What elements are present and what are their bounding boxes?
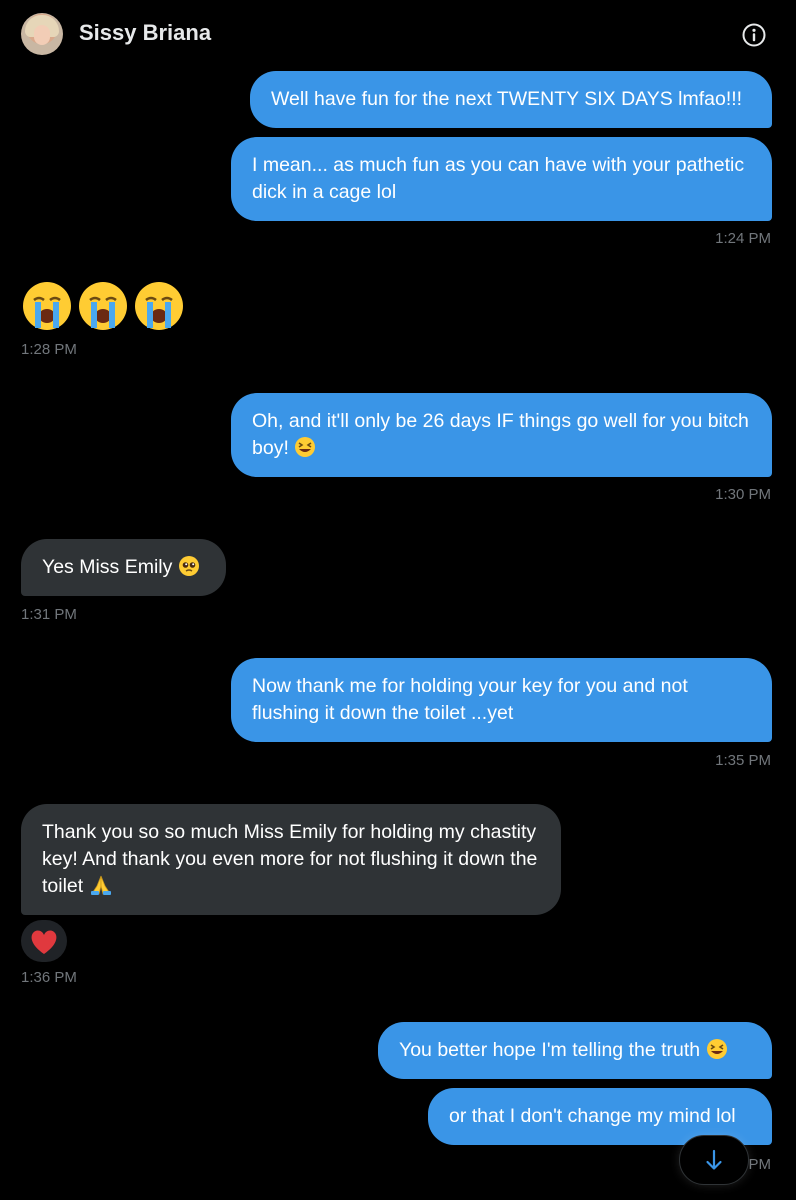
pleading-face-icon xyxy=(178,556,199,576)
incoming-message[interactable]: Yes Miss Emily xyxy=(21,539,226,596)
grinning-squinting-face-icon xyxy=(295,437,316,457)
red-heart-icon xyxy=(31,930,57,954)
message-text: You better hope I'm telling the truth xyxy=(399,1039,701,1061)
message-text: Thank you so so much Miss Emily for hold… xyxy=(42,821,538,897)
outgoing-message[interactable]: I mean... as much fun as you can have wi… xyxy=(231,137,772,221)
message-text: I mean... as much fun as you can have wi… xyxy=(252,154,745,203)
contact-name[interactable]: Sissy Briana xyxy=(79,20,211,46)
reaction-badge[interactable] xyxy=(21,920,67,962)
incoming-message[interactable]: Thank you so so much Miss Emily for hold… xyxy=(21,804,561,915)
conversation-header: Sissy Briana xyxy=(0,0,796,70)
message-text: or that I don't change my mind lol xyxy=(449,1105,736,1127)
message-text: Well have fun for the next TWENTY SIX DA… xyxy=(271,88,743,110)
loudly-crying-face-icon xyxy=(79,282,127,330)
grinning-squinting-face-icon xyxy=(706,1039,727,1059)
crying-face-emoji-message[interactable] xyxy=(21,280,185,334)
outgoing-message[interactable]: You better hope I'm telling the truth xyxy=(378,1022,772,1079)
message-timestamp: 1:36 PM xyxy=(21,969,77,986)
outgoing-message[interactable]: Oh, and it'll only be 26 days IF things … xyxy=(231,393,772,477)
message-timestamp: 1:24 PM xyxy=(715,230,771,247)
outgoing-message[interactable]: Well have fun for the next TWENTY SIX DA… xyxy=(250,71,772,128)
message-timestamp: 1:31 PM xyxy=(21,606,77,623)
message-timestamp: 1:28 PM xyxy=(21,341,77,358)
message-text: Now thank me for holding your key for yo… xyxy=(252,675,688,724)
folded-hands-icon xyxy=(90,875,111,895)
message-text: Yes Miss Emily xyxy=(42,556,173,578)
avatar[interactable] xyxy=(21,13,63,55)
message-timestamp-partial: PM xyxy=(748,1156,772,1173)
outgoing-message[interactable]: Now thank me for holding your key for yo… xyxy=(231,658,772,742)
info-circle-icon[interactable] xyxy=(741,22,767,48)
message-timestamp: 1:35 PM xyxy=(715,752,771,769)
loudly-crying-face-icon xyxy=(23,282,71,330)
arrow-down-icon xyxy=(706,1149,722,1170)
message-text: Oh, and it'll only be 26 days IF things … xyxy=(252,410,749,459)
message-timestamp: 1:30 PM xyxy=(715,486,771,503)
loudly-crying-face-icon xyxy=(135,282,183,330)
scroll-to-bottom-button[interactable] xyxy=(679,1135,749,1185)
